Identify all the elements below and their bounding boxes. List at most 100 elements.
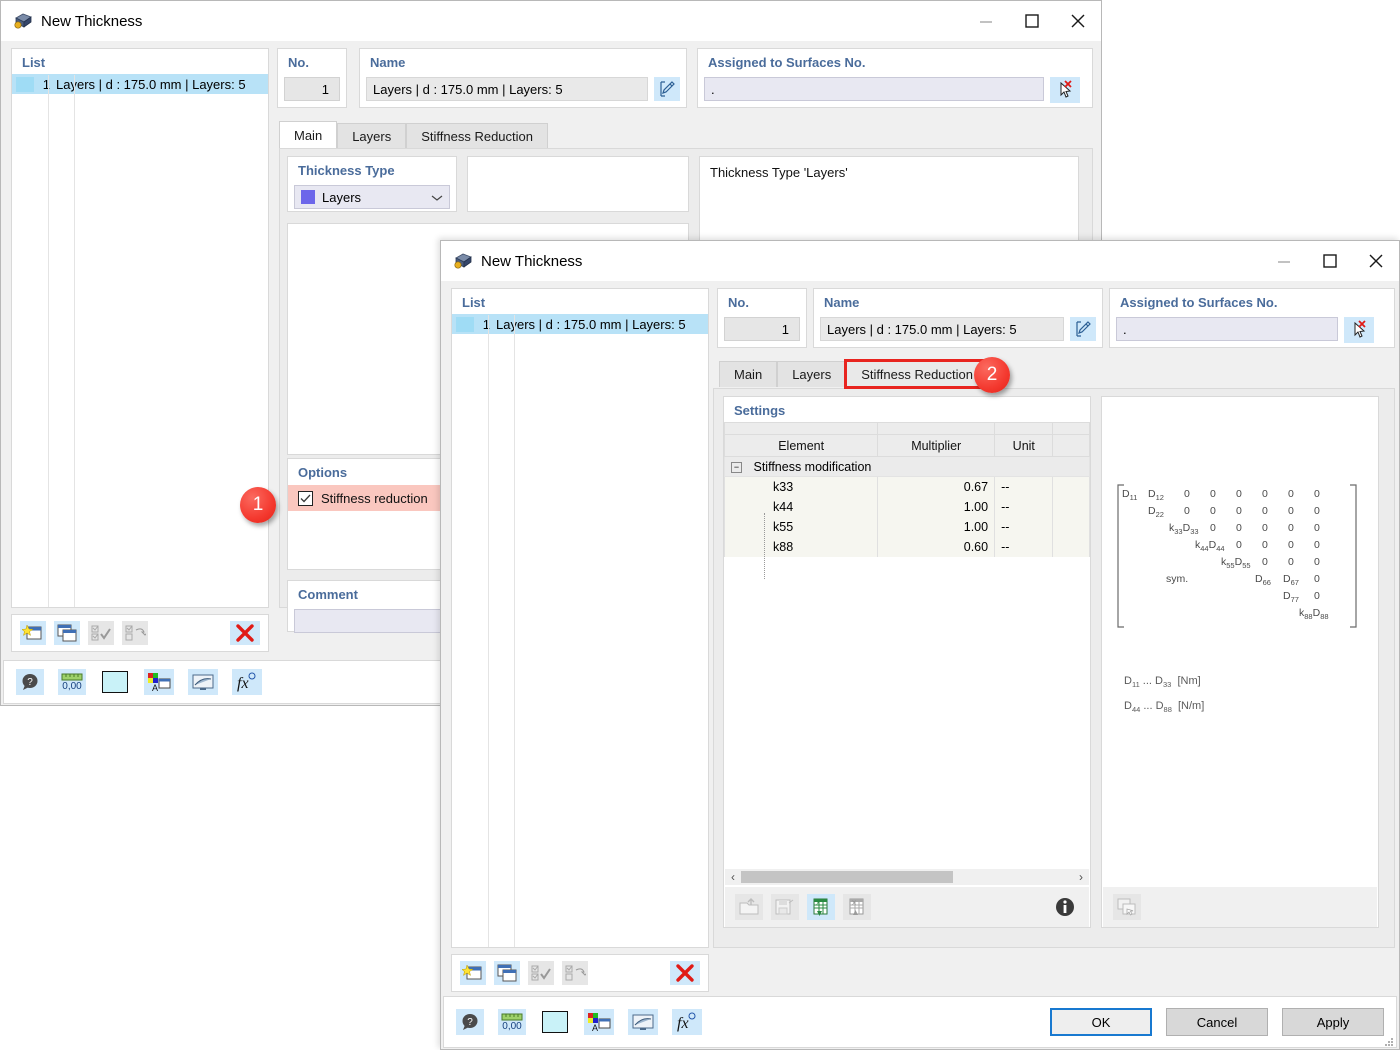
tab-main[interactable]: Main [279, 121, 338, 149]
pick-surfaces-icon[interactable] [1344, 317, 1374, 343]
no-field[interactable]: 1 [284, 77, 340, 101]
matrix-cell: D67 [1283, 573, 1299, 588]
list-item[interactable]: 1 Layers | d : 175.0 mm | Layers: 5 [12, 74, 268, 94]
copy-item-icon[interactable] [54, 621, 80, 645]
assigned-field[interactable]: . [1116, 317, 1338, 341]
filter-cell-extra[interactable] [1052, 422, 1090, 435]
table-filter-row[interactable] [723, 422, 1090, 435]
help-icon[interactable]: ? [16, 669, 44, 695]
cell-extra[interactable] [1052, 476, 1090, 497]
list-item[interactable]: 1 Layers | d : 175.0 mm | Layers: 5 [452, 314, 708, 334]
tab-stiffness-reduction[interactable]: Stiffness Reduction [406, 123, 548, 149]
table-row[interactable]: k88 0.60 -- [723, 536, 1090, 557]
cell-element[interactable]: k44 [723, 496, 879, 517]
ok-button-label: OK [1091, 1014, 1111, 1030]
cell-extra[interactable] [1052, 516, 1090, 537]
stiffness-reduction-checkbox[interactable] [298, 490, 313, 506]
name-field[interactable]: Layers | d : 175.0 mm | Layers: 5 [366, 77, 648, 101]
dialog2-titlebar[interactable]: New Thickness [441, 241, 1399, 281]
cell-multiplier[interactable]: 0.67 [877, 476, 996, 497]
matrix-cell: 0 [1262, 505, 1268, 517]
color-icon[interactable] [540, 1009, 570, 1035]
formula-icon[interactable]: fx [672, 1009, 702, 1035]
scroll-left-icon[interactable]: ‹ [725, 870, 741, 884]
column-header-extra[interactable] [1052, 434, 1090, 457]
tab-main[interactable]: Main [719, 361, 778, 387]
comment-field[interactable] [294, 609, 442, 633]
cell-multiplier[interactable]: 0.60 [877, 536, 996, 557]
new-item-icon[interactable] [20, 621, 46, 645]
cell-element[interactable]: k33 [723, 476, 879, 497]
tab-stiffness-reduction[interactable]: Stiffness Reduction [844, 359, 990, 389]
help-icon[interactable]: ? [456, 1009, 484, 1035]
apply-button[interactable]: Apply [1282, 1008, 1384, 1036]
minimize-icon[interactable] [1261, 241, 1307, 281]
column-header-multiplier[interactable]: Multiplier [877, 434, 996, 457]
minimize-icon[interactable] [963, 1, 1009, 41]
formula-icon[interactable]: fx [232, 669, 262, 695]
delete-item-icon[interactable] [670, 961, 700, 985]
scroll-right-icon[interactable]: › [1073, 870, 1089, 884]
chevron-down-icon[interactable] [431, 190, 443, 205]
dialog1-titlebar[interactable]: New Thickness [1, 1, 1101, 41]
thickness-type-combobox[interactable]: Layers [294, 185, 450, 209]
close-icon[interactable] [1055, 1, 1101, 41]
name-field[interactable]: Layers | d : 175.0 mm | Layers: 5 [820, 317, 1064, 341]
cell-extra[interactable] [1052, 496, 1090, 517]
visibility-icon[interactable] [188, 669, 218, 695]
units-icon[interactable]: 0,00 [498, 1009, 526, 1035]
cell-multiplier[interactable]: 1.00 [877, 516, 996, 537]
tab-layers[interactable]: Layers [777, 361, 847, 387]
edit-name-icon[interactable] [654, 77, 680, 101]
display-properties-icon[interactable]: A [584, 1009, 614, 1035]
pick-surfaces-icon[interactable] [1050, 77, 1080, 103]
cell-extra[interactable] [1052, 536, 1090, 557]
cell-unit[interactable]: -- [994, 476, 1054, 497]
matrix-grid: D11 D12 0 0 0 0 0 0 D22 0 0 0 0 0 0 k33D… [1122, 488, 1354, 628]
cell-unit[interactable]: -- [994, 536, 1054, 557]
color-icon[interactable] [100, 669, 130, 695]
table-row[interactable]: k44 1.00 -- [723, 496, 1090, 517]
stiffness-reduction-checkbox-row[interactable]: Stiffness reduction [288, 485, 442, 511]
close-icon[interactable] [1353, 241, 1399, 281]
filter-cell-element[interactable] [723, 422, 879, 435]
cell-element[interactable]: k88 [723, 536, 879, 557]
list-item-number: 1 [42, 76, 50, 92]
column-header-unit[interactable]: Unit [994, 434, 1054, 457]
collapse-icon[interactable]: − [731, 461, 742, 473]
dialog-new-thickness-2[interactable]: New Thickness List 1 Layers | d: 175.0 … [440, 240, 1400, 1050]
cell-unit[interactable]: -- [994, 496, 1054, 517]
scroll-thumb[interactable] [741, 871, 953, 883]
copy-item-icon[interactable] [494, 961, 520, 985]
ok-button[interactable]: OK [1050, 1008, 1152, 1036]
filter-cell-multiplier[interactable] [877, 422, 996, 435]
visibility-icon[interactable] [628, 1009, 658, 1035]
settings-table[interactable]: Element Multiplier Unit − Stiffness modi… [723, 422, 1090, 557]
maximize-icon[interactable] [1009, 1, 1055, 41]
table-group-row[interactable]: − Stiffness modification [724, 456, 1090, 477]
delete-item-icon[interactable] [230, 621, 260, 645]
display-properties-icon[interactable]: A [144, 669, 174, 695]
svg-text:A: A [152, 683, 158, 692]
tab-layers[interactable]: Layers [337, 123, 407, 149]
filter-cell-unit[interactable] [994, 422, 1054, 435]
cell-multiplier[interactable]: 1.00 [877, 496, 996, 517]
info-icon[interactable] [1051, 894, 1079, 920]
column-header-element[interactable]: Element [723, 434, 879, 457]
cell-unit[interactable]: -- [994, 516, 1054, 537]
units-icon[interactable]: 0,00 [58, 669, 86, 695]
settings-hscrollbar[interactable]: ‹ › [725, 869, 1089, 885]
table-row[interactable]: k33 0.67 -- [723, 476, 1090, 497]
maximize-icon[interactable] [1307, 241, 1353, 281]
edit-name-icon[interactable] [1070, 317, 1096, 341]
new-item-icon[interactable] [460, 961, 486, 985]
dialog1-options-group: Options Stiffness reduction [287, 458, 443, 570]
resize-grip[interactable] [1384, 1035, 1394, 1046]
no-field[interactable]: 1 [724, 317, 800, 341]
table-row[interactable]: k55 1.00 -- [723, 516, 1090, 537]
excel-export-icon[interactable]: X [807, 894, 835, 920]
cell-element[interactable]: k55 [723, 516, 879, 537]
assigned-field[interactable]: . [704, 77, 1044, 101]
cancel-button[interactable]: Cancel [1166, 1008, 1268, 1036]
matrix-cell: 0 [1210, 488, 1216, 500]
